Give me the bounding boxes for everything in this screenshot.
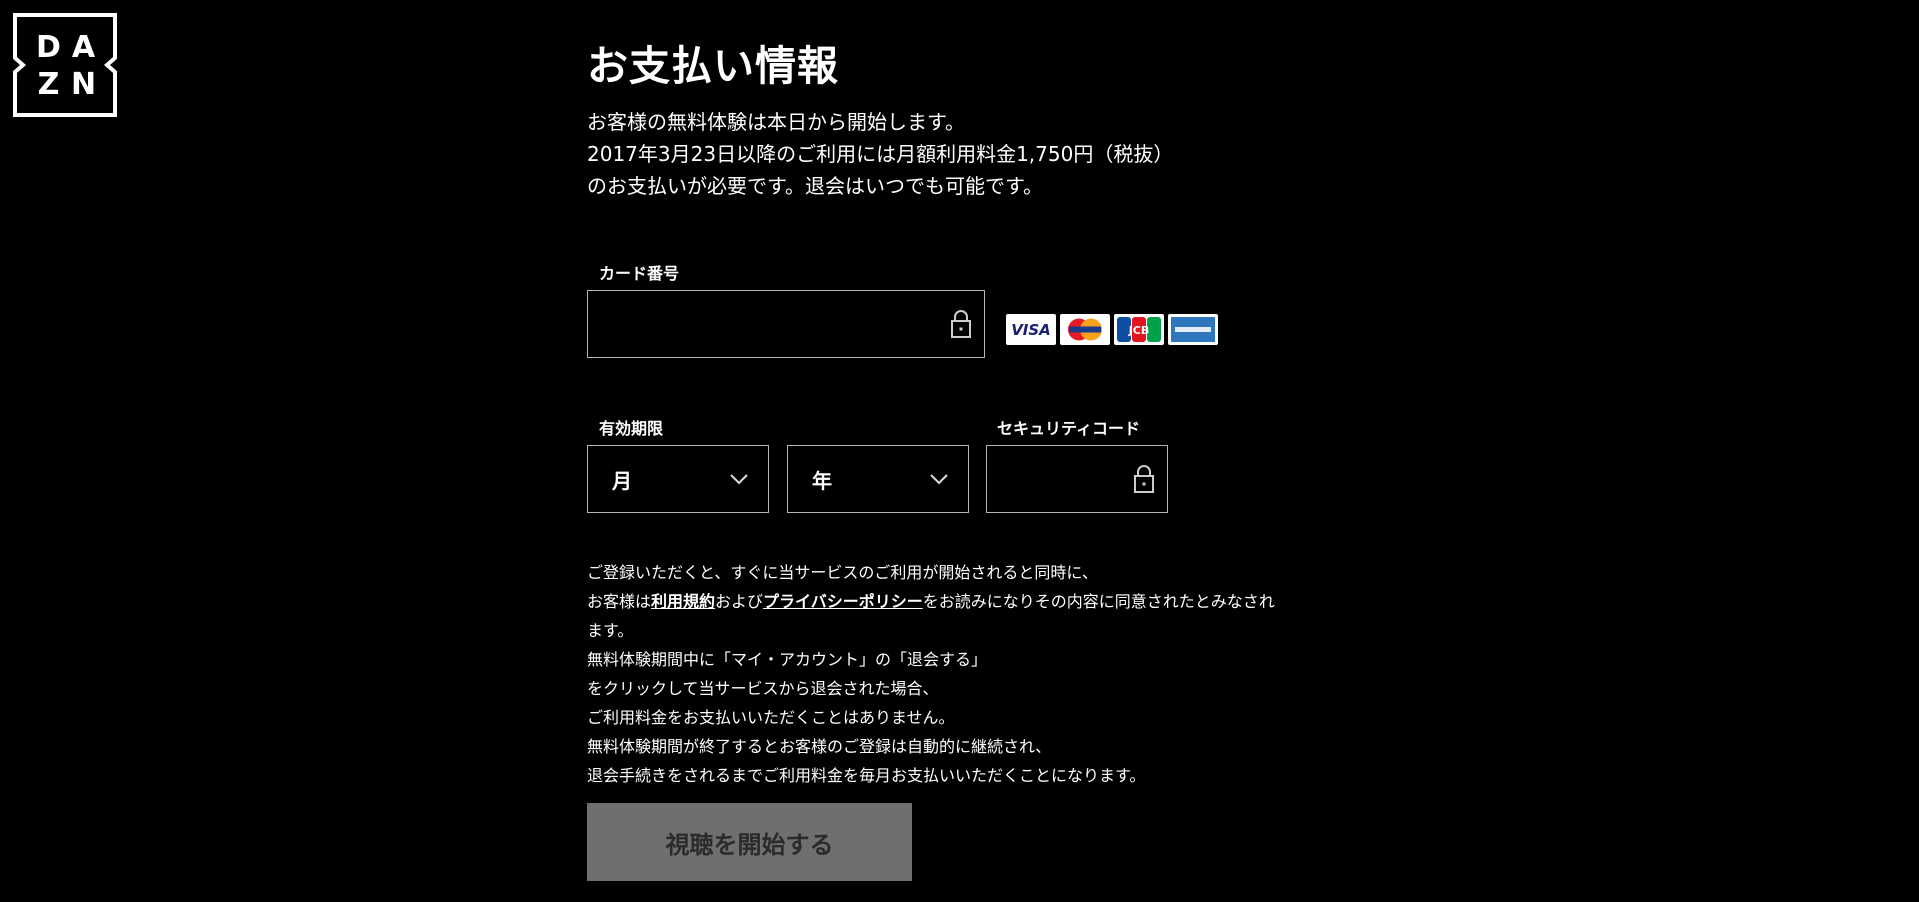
start-viewing-button[interactable]: 視聴を開始する bbox=[587, 803, 912, 881]
lock-icon bbox=[951, 310, 971, 338]
terms-text: をお読みになりその内容に同意されたとみなされ bbox=[922, 592, 1275, 611]
lock-icon bbox=[1134, 465, 1154, 493]
card-number-label: カード番号 bbox=[599, 264, 680, 283]
expiry-month-select[interactable]: 月 bbox=[587, 445, 769, 513]
security-code-input[interactable] bbox=[986, 445, 1168, 513]
terms-line: 無料体験期間が終了するとお客様のご登録は自動的に継続され、 bbox=[587, 737, 1052, 756]
terms-line: ご登録いただくと、すぐに当サービスのご利用が開始されると同時に、 bbox=[587, 563, 1098, 582]
terms-line: ます。 bbox=[587, 621, 634, 640]
mastercard-logo bbox=[1060, 314, 1110, 345]
jcb-logo: JCB bbox=[1114, 314, 1164, 345]
page-title: お支払い情報 bbox=[587, 42, 839, 90]
terms-line: をクリックして当サービスから退会された場合、 bbox=[587, 679, 939, 698]
terms-line: 退会手続きをされるまでご利用料金を毎月お支払いいただくことになります。 bbox=[587, 766, 1146, 785]
expiry-label: 有効期限 bbox=[599, 419, 664, 438]
visa-logo: VISA bbox=[1006, 314, 1056, 345]
privacy-policy-link[interactable]: プライバシーポリシー bbox=[763, 592, 923, 611]
card-number-input[interactable] bbox=[587, 290, 985, 358]
logo-letter-z: Z bbox=[37, 66, 60, 102]
expiry-year-select[interactable]: 年 bbox=[787, 445, 969, 513]
security-code-label: セキュリティコード bbox=[997, 419, 1141, 438]
amex-logo bbox=[1168, 314, 1218, 345]
terms-line: ご利用料金をお支払いいただくことはありません。 bbox=[587, 708, 955, 727]
terms-text: お客様は bbox=[587, 592, 652, 611]
terms-of-use-link[interactable]: 利用規約 bbox=[651, 592, 715, 611]
expiry-year-value: 年 bbox=[812, 468, 832, 493]
intro-line: お客様の無料体験は本日から開始します。 bbox=[587, 110, 965, 134]
payment-page: D A Z N お支払い情報 お客様の無料体験は本日から開始します。 2017年… bbox=[0, 0, 1919, 902]
mastercard-circles-icon bbox=[1068, 318, 1102, 341]
terms-notice: ご登録いただくと、すぐに当サービスのご利用が開始されると同時に、 お客様は利用規… bbox=[587, 558, 1407, 790]
terms-text: および bbox=[715, 592, 764, 611]
intro-line: 2017年3月23日以降のご利用には月額利用料金1,750円（税抜） bbox=[587, 142, 1174, 166]
intro-line: のお支払いが必要です。退会はいつでも可能です。 bbox=[587, 174, 1043, 198]
amex-box-icon bbox=[1171, 317, 1215, 342]
terms-line-with-links: お客様は利用規約およびプライバシーポリシーをお読みになりその内容に同意されたとみ… bbox=[587, 587, 1407, 616]
chevron-down-icon bbox=[930, 474, 948, 485]
logo-letter-n: N bbox=[70, 66, 97, 102]
svg-text:JCB: JCB bbox=[1128, 324, 1150, 337]
intro-text: お客様の無料体験は本日から開始します。 2017年3月23日以降のご利用には月額… bbox=[587, 106, 1387, 202]
expiry-month-value: 月 bbox=[612, 468, 632, 493]
dazn-logo-letters: D A Z N bbox=[13, 13, 117, 117]
jcb-blocks-icon: JCB bbox=[1117, 317, 1161, 342]
payment-form-container: お支払い情報 お客様の無料体験は本日から開始します。 2017年3月23日以降の… bbox=[587, 40, 1387, 881]
logo-letter-d: D bbox=[36, 29, 61, 65]
card-brand-logos: VISA JCB bbox=[1006, 314, 1218, 345]
logo-letter-a: A bbox=[71, 29, 96, 65]
dazn-logo[interactable]: D A Z N bbox=[13, 13, 117, 117]
chevron-down-icon bbox=[730, 474, 748, 485]
terms-line: 無料体験期間中に「マイ・アカウント」の「退会する」 bbox=[587, 650, 988, 669]
